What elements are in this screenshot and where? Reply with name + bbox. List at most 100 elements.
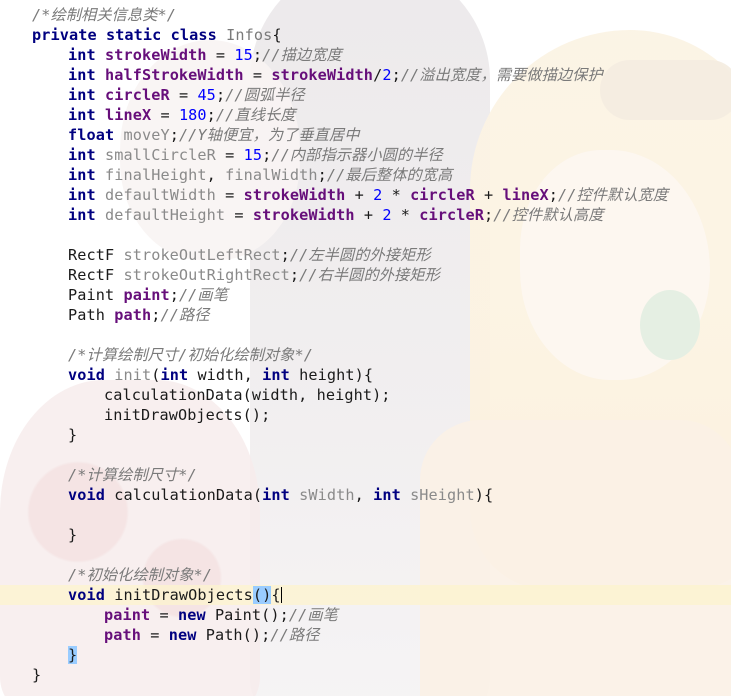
code-token: =	[215, 186, 244, 204]
code-token: //Y轴便宜，为了垂直居中	[178, 126, 360, 144]
code-token: paint	[123, 286, 170, 304]
code-token: //左半圆的外接矩形	[289, 246, 431, 264]
code-token: ;	[169, 286, 179, 304]
code-line[interactable]: int circleR = 45;//圆弧半径	[0, 85, 731, 105]
code-token: 2	[382, 66, 392, 84]
code-token: Infos	[226, 26, 273, 44]
code-line[interactable]: path = new Path();//路径	[0, 625, 731, 645]
code-token: int	[68, 146, 105, 164]
code-token: RectF	[68, 246, 124, 264]
code-token: strokeWidth	[271, 66, 374, 84]
code-token: ;	[317, 166, 327, 184]
code-token: //直线长度	[215, 106, 296, 124]
code-token: int	[68, 206, 105, 224]
code-line[interactable]: initDrawObjects();	[0, 405, 731, 425]
code-token: ;	[484, 206, 494, 224]
code-token: //画笔	[288, 606, 338, 624]
code-line[interactable]: int defaultWidth = strokeWidth + 2 * cir…	[0, 185, 731, 205]
code-token: defaultHeight	[104, 206, 226, 224]
text-caret	[280, 587, 282, 603]
code-line[interactable]: int smallCircleR = 15;//内部指示器小圆的半径	[0, 145, 731, 165]
code-token: =	[225, 206, 253, 224]
code-line[interactable]	[0, 505, 731, 525]
code-token: finalWidth	[225, 166, 318, 184]
code-token: halfStrokeWidth	[104, 66, 244, 84]
code-line[interactable]: }	[0, 645, 731, 665]
code-token: //控件默认高度	[493, 206, 604, 224]
code-token: ){	[474, 486, 494, 504]
code-token: ,	[206, 166, 226, 184]
code-token: //路径	[160, 306, 210, 324]
code-token: new	[177, 606, 215, 624]
code-line[interactable]	[0, 325, 731, 345]
code-token: void	[68, 366, 115, 384]
code-token: //路径	[270, 626, 320, 644]
code-editor[interactable]: /*绘制相关信息类*/private static class Infos{in…	[0, 0, 731, 696]
code-token: *	[382, 186, 411, 204]
code-token: void	[68, 586, 115, 604]
code-token: ()	[252, 586, 272, 604]
code-line[interactable]: /*初始化绘制对象*/	[0, 565, 731, 585]
code-token: ;	[391, 66, 401, 84]
code-line[interactable]	[0, 225, 731, 245]
code-line[interactable]: calculationData(width, height);	[0, 385, 731, 405]
code-token: Path	[68, 306, 115, 324]
code-token: lineX	[104, 106, 152, 124]
code-token: =	[243, 66, 272, 84]
code-token: int	[68, 46, 105, 64]
code-token: strokeWidth	[252, 206, 355, 224]
code-line[interactable]: Paint paint;//画笔	[0, 285, 731, 305]
code-token: //最后整体的宽高	[326, 166, 453, 184]
code-line[interactable]: paint = new Paint();//画笔	[0, 605, 731, 625]
code-line[interactable]: Path path;//路径	[0, 305, 731, 325]
code-token: }	[68, 646, 78, 664]
code-token: //控件默认宽度	[557, 186, 669, 204]
code-token: strokeOutLeftRect	[123, 246, 281, 264]
code-line[interactable]	[0, 445, 731, 465]
code-token: int	[373, 486, 411, 504]
code-line[interactable]: int strokeWidth = 15;//描边宽度	[0, 45, 731, 65]
code-line[interactable]: /*计算绘制尺寸*/	[0, 465, 731, 485]
code-line[interactable]: RectF strokeOutRightRect;//右半圆的外接矩形	[0, 265, 731, 285]
code-token: paint	[104, 606, 151, 624]
code-token: new	[168, 626, 206, 644]
code-token: moveY	[123, 126, 170, 144]
code-line[interactable]: }	[0, 425, 731, 445]
code-token: private static class	[32, 26, 227, 44]
code-line[interactable]: /*计算绘制尺寸/初始化绘制对象*/	[0, 345, 731, 365]
code-line[interactable]: void init(int width, int height){	[0, 365, 731, 385]
code-token: int	[262, 486, 300, 504]
code-token: int	[68, 66, 105, 84]
code-token: calculationData(	[114, 486, 263, 504]
code-token: =	[169, 86, 198, 104]
code-token: ,	[354, 486, 374, 504]
code-line[interactable]: int lineX = 180;//直线长度	[0, 105, 731, 125]
code-token: float	[68, 126, 124, 144]
code-token: path	[104, 626, 141, 644]
code-line[interactable]: float moveY;//Y轴便宜，为了垂直居中	[0, 125, 731, 145]
code-token: //描边宽度	[262, 46, 342, 64]
code-token: ;	[548, 186, 558, 204]
code-token: /*绘制相关信息类*/	[32, 6, 176, 24]
code-token: ;	[169, 126, 179, 144]
code-token: int	[68, 86, 105, 104]
code-token: int	[68, 106, 105, 124]
code-line[interactable]: private static class Infos{	[0, 25, 731, 45]
code-line[interactable]: int halfStrokeWidth = strokeWidth/2;//溢出…	[0, 65, 731, 85]
code-line[interactable]: void calculationData(int sWidth, int sHe…	[0, 485, 731, 505]
code-token: lineX	[502, 186, 549, 204]
code-line[interactable]: RectF strokeOutLeftRect;//左半圆的外接矩形	[0, 245, 731, 265]
code-token: defaultWidth	[104, 186, 216, 204]
code-token: =	[150, 606, 178, 624]
code-line[interactable]: /*绘制相关信息类*/	[0, 5, 731, 25]
code-line[interactable]: }	[0, 525, 731, 545]
code-line[interactable]: int finalHeight, finalWidth;//最后整体的宽高	[0, 165, 731, 185]
code-line-current[interactable]: void initDrawObjects(){	[0, 585, 731, 605]
code-token: calculationData(width, height);	[104, 386, 391, 404]
code-token: circleR	[410, 186, 475, 204]
code-line[interactable]: int defaultHeight = strokeWidth + 2 * ci…	[0, 205, 731, 225]
code-token: {	[271, 586, 281, 604]
code-token: 2	[373, 186, 383, 204]
code-line[interactable]: }	[0, 665, 731, 685]
code-line[interactable]	[0, 545, 731, 565]
